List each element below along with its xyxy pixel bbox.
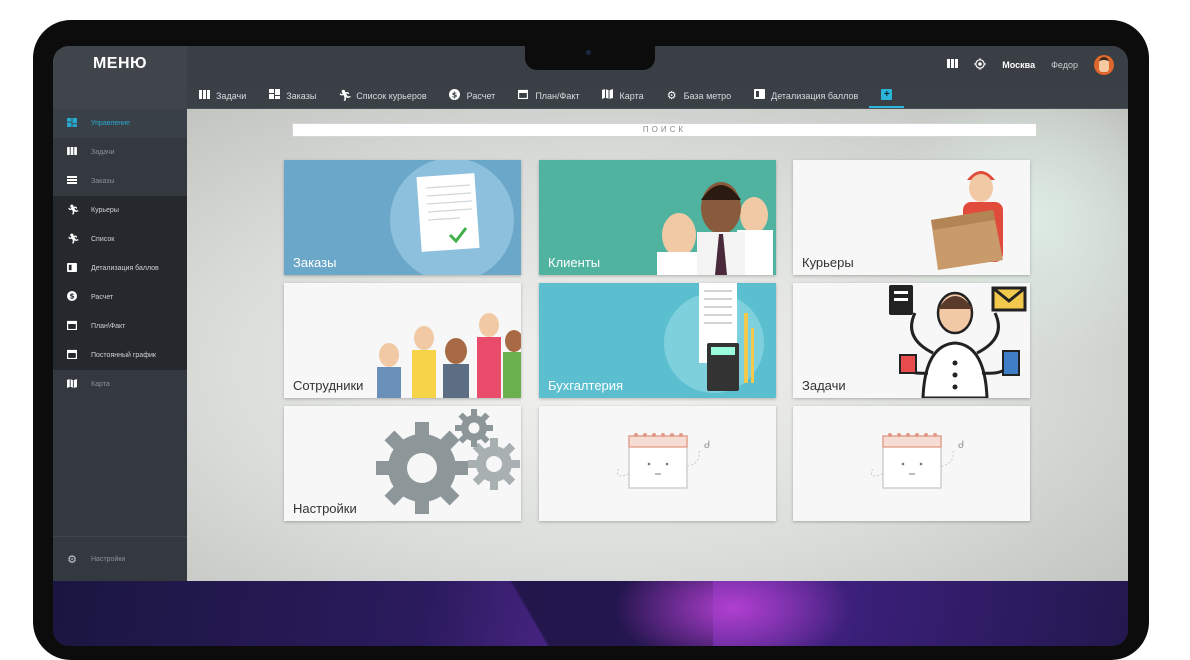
dashboard-main: ПОИСК Заказы Клиенты Курьеры Сотрудники … bbox=[187, 109, 1128, 581]
sidebar-item-label: Расчет bbox=[91, 294, 114, 301]
card-label: Клиенты bbox=[548, 255, 601, 270]
sidebar-item-label: План\Факт bbox=[91, 323, 126, 330]
svg-text:$: $ bbox=[69, 292, 74, 301]
sidebar-item-label: Курьеры bbox=[91, 207, 119, 214]
sidebar-item-label: Настройки bbox=[91, 555, 126, 563]
tab-label: База метро bbox=[683, 90, 732, 101]
camera-notch bbox=[525, 46, 655, 70]
map-icon bbox=[67, 378, 77, 391]
card-accounting[interactable]: Бухгалтерия bbox=[539, 283, 776, 398]
sidebar-item-zadachi[interactable]: Задачи bbox=[53, 138, 187, 167]
calendar-placeholder-illustration: ᑯ bbox=[870, 433, 964, 489]
calendar-icon bbox=[517, 89, 529, 102]
tab-metro-base[interactable]: ⚙ База метро bbox=[655, 83, 742, 108]
tab-label: Расчет bbox=[466, 90, 496, 101]
card-label: Настройки bbox=[293, 501, 357, 516]
runner-icon: 🏃︎ bbox=[67, 234, 80, 245]
dollar-coin-icon: $ bbox=[67, 291, 77, 304]
sidebar-item-label: Список bbox=[91, 236, 115, 243]
sidebar-item-label: Управление bbox=[91, 120, 130, 127]
card-empty-2[interactable]: ᑯ bbox=[793, 406, 1030, 521]
tab-zakazy[interactable]: Заказы bbox=[257, 83, 327, 108]
header-right: Москва Федор bbox=[947, 46, 1114, 83]
tab-karta[interactable]: Карта bbox=[591, 83, 655, 108]
city-selector[interactable]: Москва bbox=[1002, 60, 1035, 70]
desktop-wallpaper bbox=[53, 581, 1128, 646]
tab-raschet[interactable]: $ Расчет bbox=[438, 83, 507, 108]
runner-icon: 🏃︎ bbox=[67, 205, 80, 216]
card-label: Курьеры bbox=[802, 255, 854, 270]
tab-label: Заказы bbox=[286, 90, 317, 101]
columns-icon[interactable] bbox=[947, 59, 959, 70]
location-target-icon[interactable] bbox=[974, 57, 987, 72]
card-clients[interactable]: Клиенты bbox=[539, 160, 776, 275]
plus-icon: + bbox=[881, 89, 893, 100]
sidebar-item-karta[interactable]: Карта bbox=[53, 370, 187, 399]
svg-text:ᑯ: ᑯ bbox=[958, 440, 964, 451]
gear-icon: ⚙ bbox=[67, 553, 77, 566]
tab-label: Задачи bbox=[216, 90, 247, 101]
tab-points-detail[interactable]: Детализация баллов bbox=[742, 83, 869, 108]
tab-label: Список курьеров bbox=[356, 90, 427, 101]
laptop-frame: Москва Федор МЕНЮ Задачи Заказы 🏃︎ Списо… bbox=[33, 20, 1149, 660]
calendar-icon bbox=[67, 349, 78, 362]
sidebar-item-label: Задачи bbox=[91, 149, 115, 156]
card-label: Задачи bbox=[802, 378, 846, 393]
card-label: Сотрудники bbox=[293, 378, 364, 393]
sidebar-item-list[interactable]: 🏃︎ Список bbox=[53, 225, 187, 254]
user-name[interactable]: Федор bbox=[1051, 60, 1078, 70]
display: Москва Федор МЕНЮ Задачи Заказы 🏃︎ Списо… bbox=[53, 46, 1128, 646]
map-icon bbox=[602, 89, 614, 102]
sidebar-item-label: Постоянный график bbox=[91, 352, 156, 359]
card-tasks[interactable]: Задачи bbox=[793, 283, 1030, 398]
tab-plan-fact[interactable]: План/Факт bbox=[506, 83, 590, 108]
card-orders[interactable]: Заказы bbox=[284, 160, 521, 275]
tab-zadachi[interactable]: Задачи bbox=[187, 83, 257, 108]
card-employees[interactable]: Сотрудники bbox=[284, 283, 521, 398]
sidebar-item-plan-fact[interactable]: План\Факт bbox=[53, 312, 187, 341]
sidebar-item-permanent-schedule[interactable]: Постоянный график bbox=[53, 341, 187, 370]
svg-text:ᑯ: ᑯ bbox=[704, 440, 710, 451]
avatar[interactable] bbox=[1094, 54, 1114, 75]
detail-card-icon bbox=[753, 89, 765, 102]
sidebar-item-zakazy[interactable]: Заказы bbox=[53, 167, 187, 196]
card-couriers[interactable]: Курьеры bbox=[793, 160, 1030, 275]
sidebar-item-upravlenie[interactable]: Управление bbox=[53, 109, 187, 138]
dashboard-icon bbox=[67, 117, 77, 130]
sidebar-item-label: Детализация баллов bbox=[91, 265, 159, 272]
card-label: Заказы bbox=[293, 255, 337, 270]
runner-icon: 🏃︎ bbox=[338, 90, 353, 102]
tab-label: План/Факт bbox=[535, 90, 580, 101]
search-input[interactable]: ПОИСК bbox=[292, 123, 1037, 137]
dollar-coin-icon: $ bbox=[449, 88, 461, 103]
sidebar-item-points-detail[interactable]: Детализация баллов bbox=[53, 254, 187, 283]
sidebar: Управление Задачи Заказы 🏃︎ Курьеры 🏃︎ С… bbox=[53, 109, 187, 581]
list-icon bbox=[67, 176, 77, 187]
camera-icon bbox=[586, 50, 591, 55]
dashboard-icon bbox=[268, 89, 280, 102]
sidebar-item-label: Карта bbox=[91, 381, 110, 388]
sidebar-item-settings[interactable]: ⚙ Настройки bbox=[53, 536, 187, 581]
add-tab-button[interactable]: + bbox=[869, 83, 905, 108]
detail-card-icon bbox=[67, 262, 77, 275]
tab-bar: Задачи Заказы 🏃︎ Список курьеров $ Расче… bbox=[187, 83, 1128, 109]
sidebar-item-label: Заказы bbox=[91, 178, 115, 185]
app-screen: Москва Федор МЕНЮ Задачи Заказы 🏃︎ Списо… bbox=[53, 46, 1128, 581]
calendar-placeholder-illustration: ᑯ bbox=[616, 433, 710, 489]
calendar-icon bbox=[67, 320, 78, 333]
menu-logo[interactable]: МЕНЮ bbox=[53, 46, 187, 109]
sidebar-item-couriers[interactable]: 🏃︎ Курьеры bbox=[53, 196, 187, 225]
tab-courier-list[interactable]: 🏃︎ Список курьеров bbox=[327, 83, 437, 108]
tab-label: Карта bbox=[619, 90, 644, 101]
card-settings[interactable]: Настройки bbox=[284, 406, 521, 521]
svg-text:$: $ bbox=[452, 90, 458, 99]
sidebar-item-raschet[interactable]: $ Расчет bbox=[53, 283, 187, 312]
gear-icon: ⚙ bbox=[666, 90, 677, 102]
card-label: Бухгалтерия bbox=[548, 378, 624, 393]
columns-icon bbox=[67, 147, 77, 158]
columns-icon bbox=[198, 89, 210, 102]
tab-label: Детализация баллов bbox=[771, 90, 859, 101]
card-empty-1[interactable]: ᑯ bbox=[539, 406, 776, 521]
